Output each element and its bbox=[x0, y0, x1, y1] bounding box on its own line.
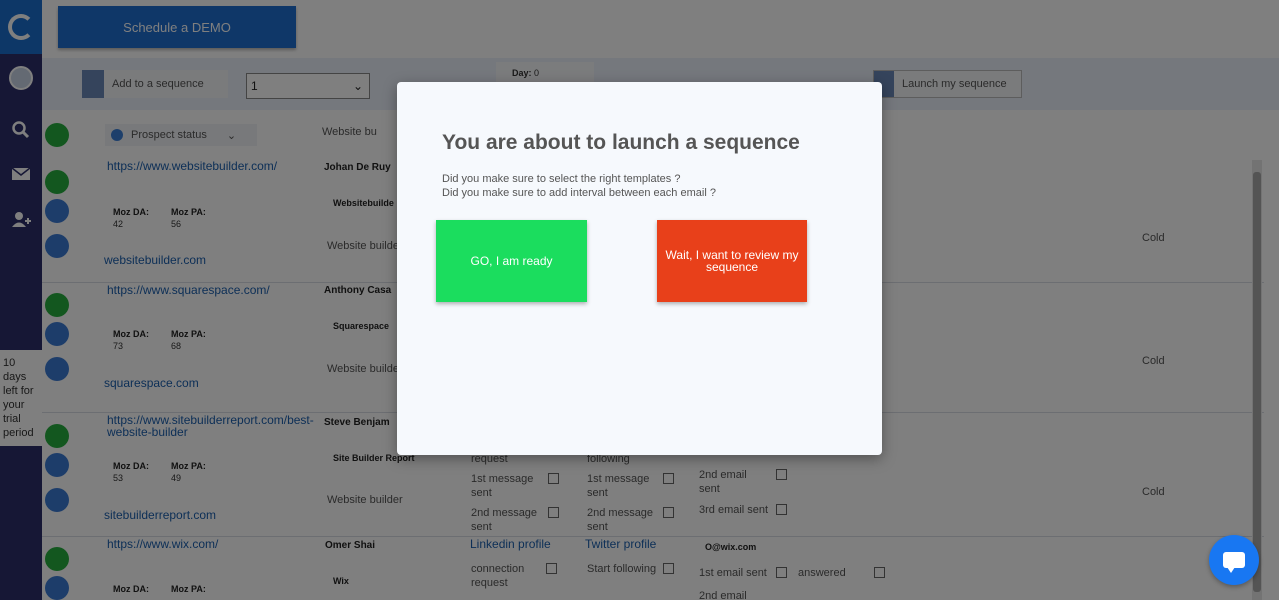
modal-question-interval: Did you make sure to add interval betwee… bbox=[442, 187, 716, 199]
launch-sequence-modal: You are about to launch a sequence Did y… bbox=[397, 82, 882, 455]
wait-review-button[interactable]: Wait, I want to review my sequence bbox=[657, 220, 807, 302]
modal-question-templates: Did you make sure to select the right te… bbox=[442, 173, 681, 185]
go-ready-button[interactable]: GO, I am ready bbox=[436, 220, 587, 302]
chat-bubble-icon bbox=[1223, 552, 1245, 573]
modal-title: You are about to launch a sequence bbox=[442, 131, 800, 154]
chat-button[interactable] bbox=[1209, 535, 1259, 585]
